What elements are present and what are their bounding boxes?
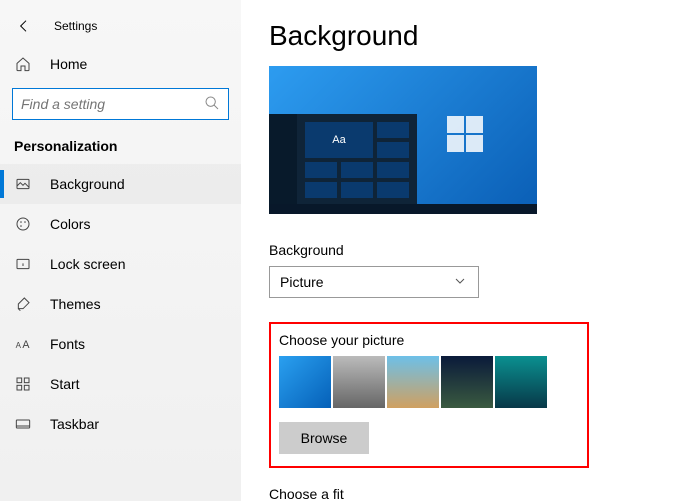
svg-text:A: A [22, 339, 30, 351]
image-icon [14, 175, 32, 193]
search-input[interactable] [21, 96, 204, 112]
sidebar: Settings Home Personalization Background… [0, 0, 241, 501]
main-content: Background Aa Background Picture Choose … [241, 0, 690, 501]
home-icon [14, 55, 32, 73]
palette-icon [14, 215, 32, 233]
choose-picture-section: Choose your picture Browse [269, 322, 589, 468]
choose-picture-label: Choose your picture [279, 332, 569, 348]
nav-item-start[interactable]: Start [0, 364, 241, 404]
chevron-down-icon [452, 273, 468, 292]
nav-item-label: Background [50, 176, 125, 192]
picture-thumb[interactable] [333, 356, 385, 408]
search-box[interactable] [12, 88, 229, 120]
nav-item-label: Taskbar [50, 416, 99, 432]
nav-item-fonts[interactable]: AA Fonts [0, 324, 241, 364]
nav-item-taskbar[interactable]: Taskbar [0, 404, 241, 444]
picture-thumb[interactable] [387, 356, 439, 408]
home-item[interactable]: Home [0, 44, 241, 84]
app-title: Settings [54, 19, 97, 33]
nav-item-label: Fonts [50, 336, 85, 352]
picture-thumb[interactable] [495, 356, 547, 408]
nav-item-themes[interactable]: Themes [0, 284, 241, 324]
titlebar: Settings [0, 8, 241, 44]
back-button[interactable] [14, 16, 34, 36]
search-icon [204, 95, 220, 114]
background-dropdown-value: Picture [280, 274, 324, 290]
background-field-label: Background [269, 242, 662, 258]
nav-item-label: Themes [50, 296, 101, 312]
nav-item-background[interactable]: Background [0, 164, 241, 204]
page-title: Background [269, 20, 662, 52]
nav: Background Colors Lock screen Themes AA … [0, 164, 241, 444]
grid-icon [14, 375, 32, 393]
picture-thumbnails [279, 356, 569, 408]
background-preview: Aa [269, 66, 537, 214]
nav-item-label: Colors [50, 216, 90, 232]
font-icon: AA [14, 335, 32, 353]
picture-thumb[interactable] [441, 356, 493, 408]
browse-button-label: Browse [301, 430, 348, 446]
nav-item-lockscreen[interactable]: Lock screen [0, 244, 241, 284]
brush-icon [14, 295, 32, 313]
nav-item-colors[interactable]: Colors [0, 204, 241, 244]
home-label: Home [50, 56, 87, 72]
svg-text:A: A [16, 341, 22, 350]
nav-item-label: Start [50, 376, 80, 392]
preview-startmenu: Aa [269, 114, 417, 214]
browse-button[interactable]: Browse [279, 422, 369, 454]
preview-aa-tile: Aa [305, 122, 373, 158]
chevron-left-icon [16, 18, 32, 34]
choose-fit-label: Choose a fit [269, 486, 662, 501]
taskbar-icon [14, 415, 32, 433]
lock-icon [14, 255, 32, 273]
background-dropdown[interactable]: Picture [269, 266, 479, 298]
windows-logo-icon [447, 116, 483, 152]
nav-item-label: Lock screen [50, 256, 125, 272]
section-label: Personalization [0, 130, 241, 164]
preview-taskbar [269, 204, 537, 214]
picture-thumb[interactable] [279, 356, 331, 408]
